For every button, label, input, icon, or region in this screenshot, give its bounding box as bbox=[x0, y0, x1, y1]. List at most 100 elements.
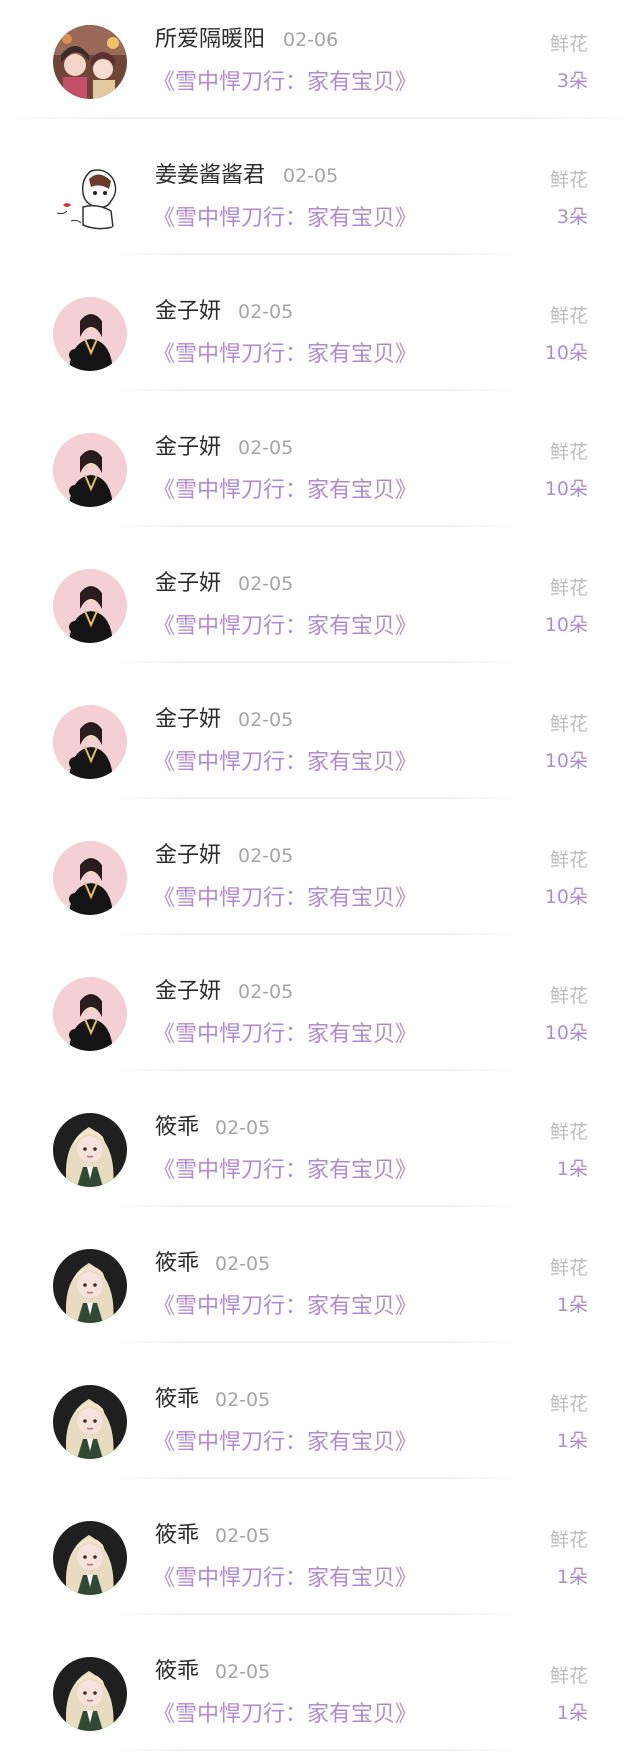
username[interactable]: 金子妍 bbox=[155, 299, 221, 325]
gift-date: 02-05 bbox=[215, 1389, 271, 1411]
gift-count: 10朵 bbox=[544, 1022, 588, 1044]
gift-count: 10朵 bbox=[544, 614, 588, 636]
blonde-girl-avatar-icon bbox=[53, 1385, 127, 1459]
username[interactable]: 筱乖 bbox=[155, 1251, 199, 1277]
girl-pink-bg-avatar-icon bbox=[53, 569, 127, 643]
list-item[interactable]: 筱乖 02-05 《雪中悍刀行：家有宝贝》 鲜花 1朵 bbox=[0, 1224, 640, 1360]
list-item[interactable]: 金子妍 02-05 《雪中悍刀行：家有宝贝》 鲜花 10朵 bbox=[0, 680, 640, 816]
username[interactable]: 金子妍 bbox=[155, 707, 221, 733]
blonde-girl-avatar-icon bbox=[53, 1657, 127, 1731]
gift-count: 3朵 bbox=[556, 70, 588, 92]
avatar[interactable] bbox=[53, 977, 127, 1051]
list-item[interactable]: 筱乖 02-05 《雪中悍刀行：家有宝贝》 鲜花 1朵 bbox=[0, 1496, 640, 1632]
divider bbox=[112, 797, 520, 799]
book-title[interactable]: 《雪中悍刀行：家有宝贝》 bbox=[153, 614, 417, 640]
list-item[interactable]: 姜姜酱酱君 02-05 《雪中悍刀行：家有宝贝》 鲜花 3朵 bbox=[0, 136, 640, 272]
list-item[interactable]: 金子妍 02-05 《雪中悍刀行：家有宝贝》 鲜花 10朵 bbox=[0, 952, 640, 1088]
username[interactable]: 金子妍 bbox=[155, 843, 221, 869]
list-item[interactable]: 筱乖 02-05 《雪中悍刀行：家有宝贝》 鲜花 1朵 bbox=[0, 1632, 640, 1758]
username[interactable]: 金子妍 bbox=[155, 979, 221, 1005]
blonde-girl-avatar-icon bbox=[53, 1113, 127, 1187]
book-title[interactable]: 《雪中悍刀行：家有宝贝》 bbox=[153, 1158, 417, 1184]
blonde-girl-avatar-icon bbox=[53, 1521, 127, 1595]
list-item[interactable]: 筱乖 02-05 《雪中悍刀行：家有宝贝》 鲜花 1朵 bbox=[0, 1360, 640, 1496]
book-title[interactable]: 《雪中悍刀行：家有宝贝》 bbox=[153, 1022, 417, 1048]
divider bbox=[112, 933, 520, 935]
avatar[interactable] bbox=[53, 25, 127, 99]
divider bbox=[112, 253, 520, 255]
gift-count: 10朵 bbox=[544, 750, 588, 772]
list-item[interactable]: 金子妍 02-05 《雪中悍刀行：家有宝贝》 鲜花 10朵 bbox=[0, 544, 640, 680]
gift-date: 02-06 bbox=[283, 29, 339, 51]
gift-count: 10朵 bbox=[544, 342, 588, 364]
gift-date: 02-05 bbox=[238, 437, 294, 459]
avatar[interactable] bbox=[53, 705, 127, 779]
avatar[interactable] bbox=[53, 1657, 127, 1731]
avatar[interactable] bbox=[53, 1249, 127, 1323]
gift-count: 1朵 bbox=[556, 1430, 588, 1452]
book-title[interactable]: 《雪中悍刀行：家有宝贝》 bbox=[153, 886, 417, 912]
avatar[interactable] bbox=[53, 1113, 127, 1187]
username[interactable]: 筱乖 bbox=[155, 1523, 199, 1549]
gift-type-label: 鲜花 bbox=[549, 1393, 588, 1415]
gift-date: 02-05 bbox=[238, 709, 294, 731]
gift-date: 02-05 bbox=[238, 981, 294, 1003]
gift-type-label: 鲜花 bbox=[549, 1665, 588, 1687]
book-title[interactable]: 《雪中悍刀行：家有宝贝》 bbox=[153, 1566, 417, 1592]
sketch-cat-avatar-icon bbox=[53, 161, 127, 235]
username[interactable]: 筱乖 bbox=[155, 1115, 199, 1141]
avatar[interactable] bbox=[53, 841, 127, 915]
blonde-girl-avatar-icon bbox=[53, 1249, 127, 1323]
username[interactable]: 所爱隔暖阳 bbox=[155, 27, 265, 53]
username[interactable]: 金子妍 bbox=[155, 435, 221, 461]
list-item[interactable]: 筱乖 02-05 《雪中悍刀行：家有宝贝》 鲜花 1朵 bbox=[0, 1088, 640, 1224]
gift-count: 1朵 bbox=[556, 1702, 588, 1724]
book-title[interactable]: 《雪中悍刀行：家有宝贝》 bbox=[153, 70, 417, 96]
gift-type-label: 鲜花 bbox=[549, 985, 588, 1007]
gift-type-label: 鲜花 bbox=[549, 1529, 588, 1551]
gift-type-label: 鲜花 bbox=[549, 1257, 588, 1279]
book-title[interactable]: 《雪中悍刀行：家有宝贝》 bbox=[153, 1702, 417, 1728]
gift-date: 02-05 bbox=[215, 1525, 271, 1547]
book-title[interactable]: 《雪中悍刀行：家有宝贝》 bbox=[153, 1294, 417, 1320]
avatar[interactable] bbox=[53, 1521, 127, 1595]
gift-type-label: 鲜花 bbox=[549, 169, 588, 191]
gift-count: 10朵 bbox=[544, 478, 588, 500]
gift-type-label: 鲜花 bbox=[549, 305, 588, 327]
list-item[interactable]: 金子妍 02-05 《雪中悍刀行：家有宝贝》 鲜花 10朵 bbox=[0, 408, 640, 544]
avatar[interactable] bbox=[53, 433, 127, 507]
avatar[interactable] bbox=[53, 1385, 127, 1459]
divider bbox=[112, 525, 520, 527]
list-item[interactable]: 所爱隔暖阳 02-06 《雪中悍刀行：家有宝贝》 鲜花 3朵 bbox=[0, 0, 640, 136]
gift-date: 02-05 bbox=[238, 845, 294, 867]
gift-count: 1朵 bbox=[556, 1294, 588, 1316]
gift-count: 10朵 bbox=[544, 886, 588, 908]
divider bbox=[112, 1069, 520, 1071]
avatar[interactable] bbox=[53, 569, 127, 643]
book-title[interactable]: 《雪中悍刀行：家有宝贝》 bbox=[153, 1430, 417, 1456]
avatar[interactable] bbox=[53, 297, 127, 371]
gift-count: 1朵 bbox=[556, 1566, 588, 1588]
divider bbox=[112, 1477, 520, 1479]
anime-group-avatar-icon bbox=[53, 25, 127, 99]
book-title[interactable]: 《雪中悍刀行：家有宝贝》 bbox=[153, 478, 417, 504]
username[interactable]: 姜姜酱酱君 bbox=[155, 163, 265, 189]
divider bbox=[112, 1205, 520, 1207]
list-item[interactable]: 金子妍 02-05 《雪中悍刀行：家有宝贝》 鲜花 10朵 bbox=[0, 816, 640, 952]
book-title[interactable]: 《雪中悍刀行：家有宝贝》 bbox=[153, 342, 417, 368]
gift-count: 3朵 bbox=[556, 206, 588, 228]
divider bbox=[112, 661, 520, 663]
username[interactable]: 筱乖 bbox=[155, 1659, 199, 1685]
gift-date: 02-05 bbox=[238, 573, 294, 595]
username[interactable]: 筱乖 bbox=[155, 1387, 199, 1413]
list-item[interactable]: 金子妍 02-05 《雪中悍刀行：家有宝贝》 鲜花 10朵 bbox=[0, 272, 640, 408]
gift-record-list: 所爱隔暖阳 02-06 《雪中悍刀行：家有宝贝》 鲜花 3朵 姜姜酱酱君 02-… bbox=[0, 0, 640, 1758]
gift-date: 02-05 bbox=[215, 1117, 271, 1139]
gift-date: 02-05 bbox=[215, 1661, 271, 1683]
username[interactable]: 金子妍 bbox=[155, 571, 221, 597]
girl-pink-bg-avatar-icon bbox=[53, 705, 127, 779]
book-title[interactable]: 《雪中悍刀行：家有宝贝》 bbox=[153, 206, 417, 232]
avatar[interactable] bbox=[53, 161, 127, 235]
gift-count: 1朵 bbox=[556, 1158, 588, 1180]
book-title[interactable]: 《雪中悍刀行：家有宝贝》 bbox=[153, 750, 417, 776]
